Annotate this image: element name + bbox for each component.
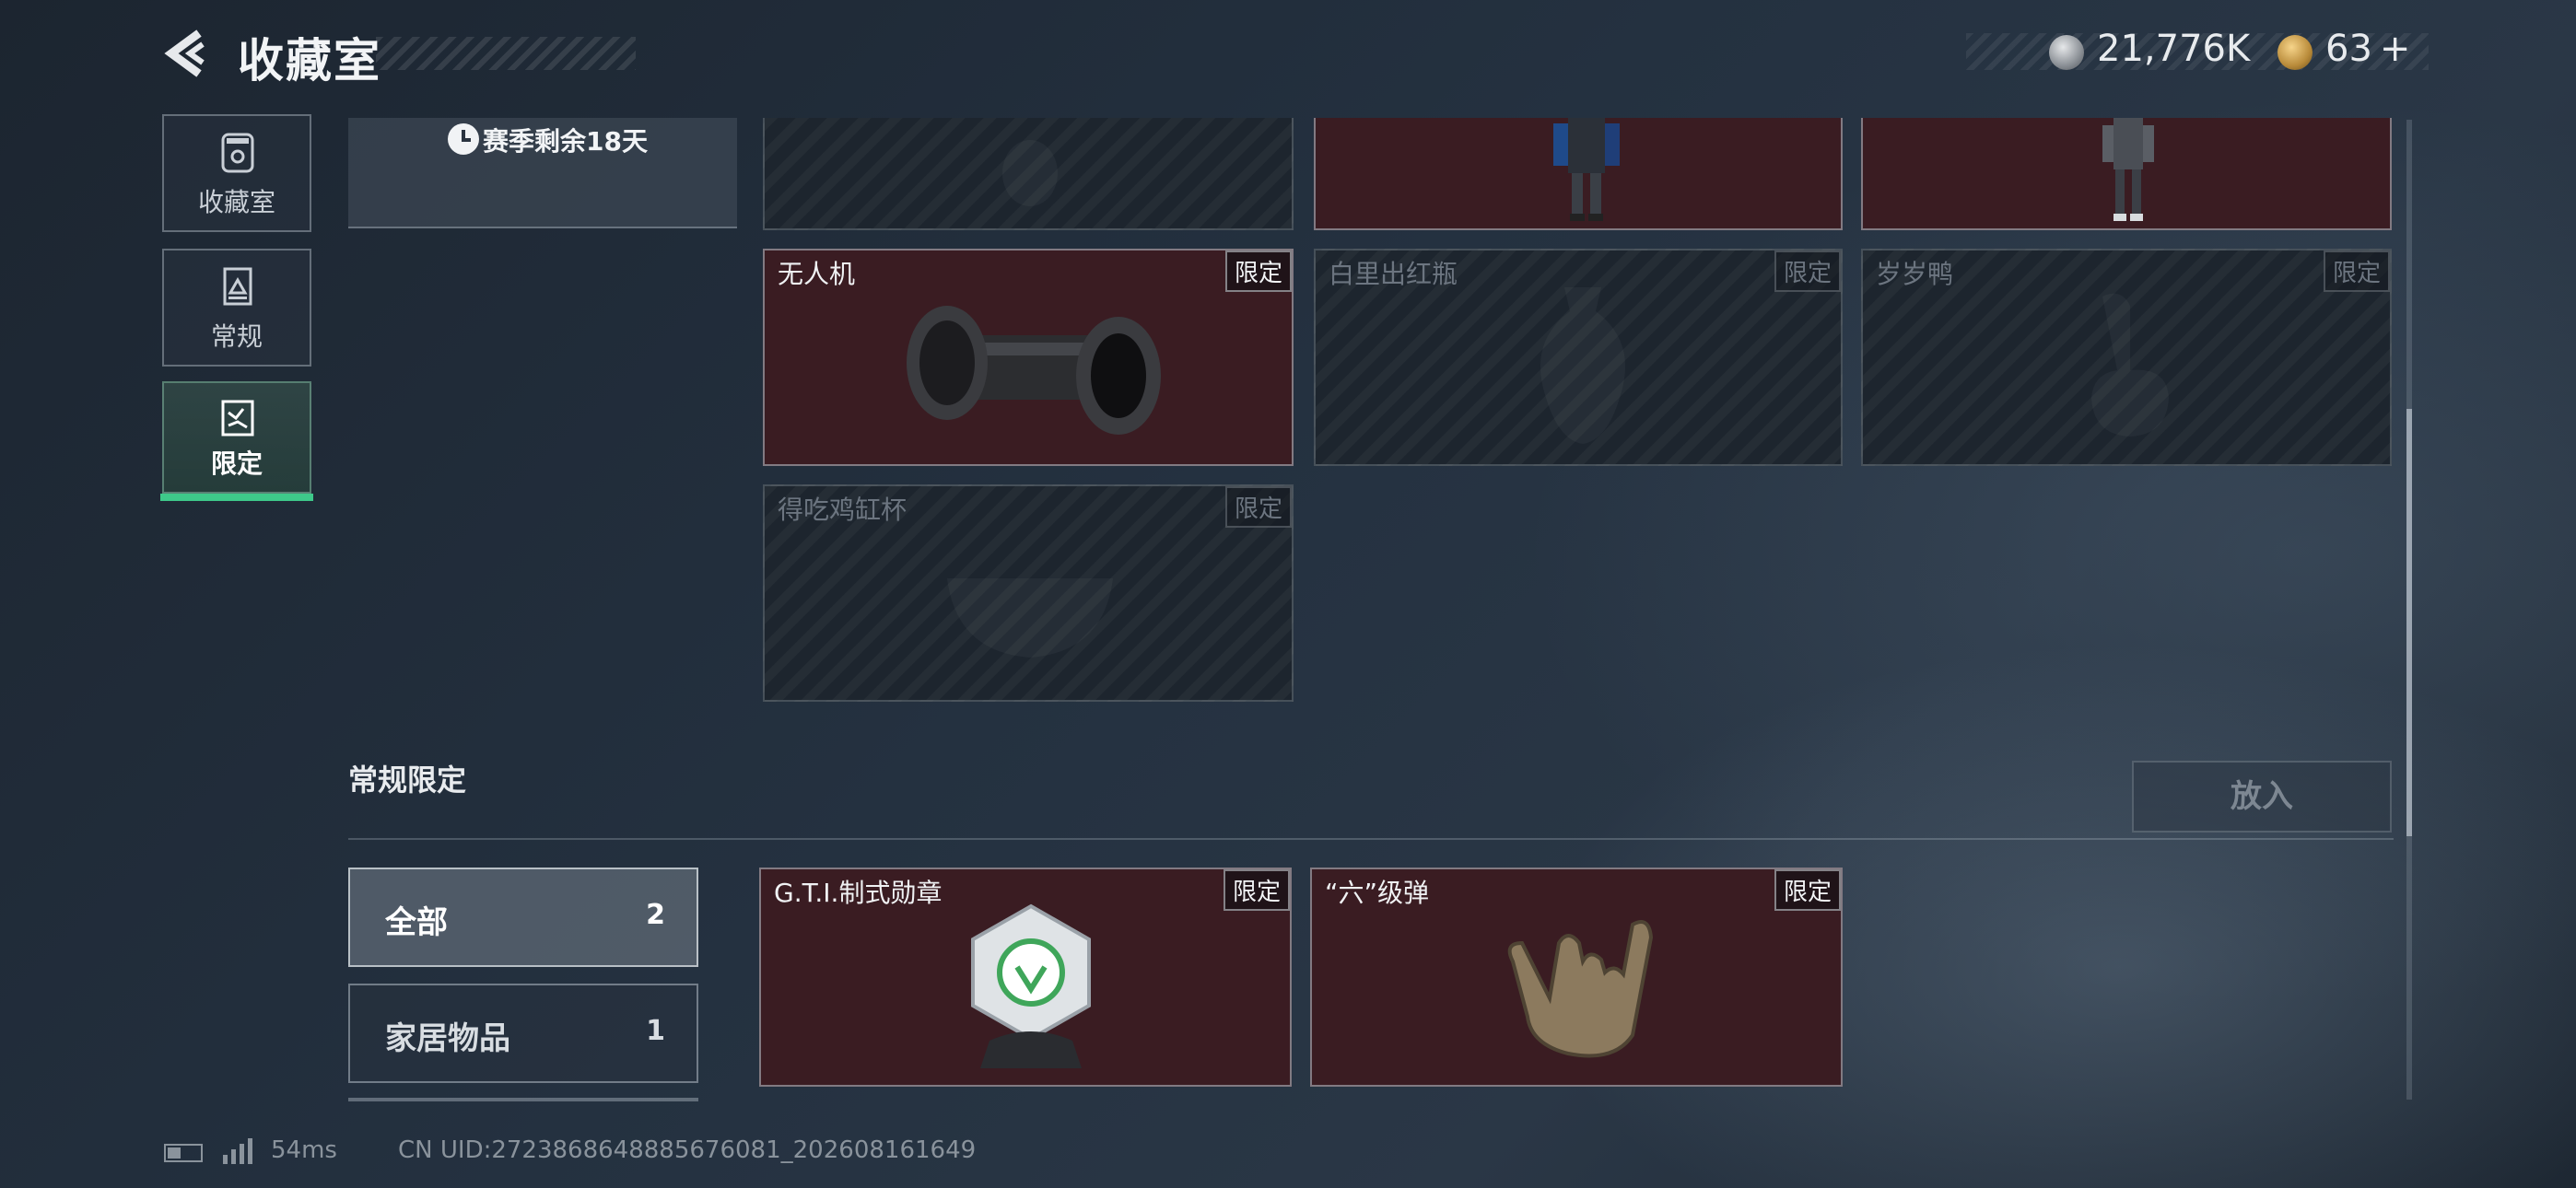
filter-label: 全部 [385,904,448,941]
drone-icon [907,306,1161,435]
card-name: 白里出红瓶 [1329,259,1458,289]
soldier-figure-icon [2102,118,2154,221]
collection-card-drone[interactable]: 无人机 限定 [763,249,1294,466]
collection-card[interactable] [763,118,1294,230]
limited-tag: 限定 [1224,250,1292,292]
card-name: 无人机 [778,259,856,289]
signal-icon [223,1138,252,1164]
currency-gold-value[interactable]: 63 + [2325,28,2410,70]
scrollbar-thumb[interactable] [2406,409,2412,836]
vase-silhouette-icon [1540,287,1626,444]
limited-icon [221,400,254,437]
section-title: 常规限定 [348,763,467,798]
filter-label: 家居物品 [385,1020,510,1057]
card-name: 得吃鸡缸杯 [778,495,907,525]
document-icon [223,267,252,306]
limited-tag: 限定 [1224,486,1292,528]
silver-coin-icon [2049,35,2084,70]
nav-item-limited[interactable]: 限定 [162,381,311,494]
battery-icon [164,1144,203,1162]
card-name: G.T.I.制式勋章 [774,878,943,908]
back-arrow-icon [164,29,205,77]
collection-card-duck[interactable]: 岁岁鸭 限定 [1861,249,2392,466]
card-name: “六”级弹 [1325,878,1430,908]
nav-item-label: 限定 [210,448,263,479]
season-remaining-text: 赛季剩余18天 [483,126,648,157]
collection-card-gti-medal[interactable]: G.T.I.制式勋章 限定 [759,868,1292,1087]
section-divider [348,838,2394,840]
hand-gesture-icon [1507,920,1654,1058]
nav-item-label: 常规 [210,321,263,352]
limited-tag: 限定 [1774,869,1841,911]
filter-home-items[interactable]: 家居物品 1 [348,984,698,1083]
collection-card-chicken-cup[interactable]: 得吃鸡缸杯 限定 [763,484,1294,702]
uid-text: CN UID:2723868648885676081_202608161649 [398,1136,977,1164]
currency-silver-value: 21,776K [2097,28,2251,70]
cup-silhouette-icon [947,578,1113,658]
put-in-button[interactable]: 放入 [2132,761,2392,833]
collection-card[interactable] [1314,118,1843,230]
collection-icon [221,133,254,173]
collection-card-six-bullet[interactable]: “六”级弹 限定 [1310,868,1843,1087]
item-silhouette-icon [1002,140,1058,206]
filter-list-edge [348,1098,698,1101]
collection-card-red-vase[interactable]: 白里出红瓶 限定 [1314,249,1843,466]
filter-count: 2 [646,899,665,931]
nav-item-collection[interactable]: 收藏室 [162,114,311,232]
soldier-figure-icon [1553,118,1620,221]
limited-tag: 限定 [1223,869,1290,911]
clock-icon [448,123,479,155]
page-title: 收藏室 [238,34,381,87]
filter-all[interactable]: 全部 2 [348,868,698,967]
nav-active-indicator [160,494,313,501]
medal-icon [971,903,1091,1068]
back-button[interactable] [162,28,210,79]
duck-silhouette-icon [2091,293,2169,437]
nav-item-label: 收藏室 [197,187,275,217]
nav-item-regular[interactable]: 常规 [162,249,311,367]
gold-coin-icon [2277,35,2313,70]
ping-text: 54ms [271,1136,337,1164]
collection-card[interactable] [1861,118,2392,230]
limited-tag: 限定 [1774,250,1841,292]
card-name: 岁岁鸭 [1876,259,1954,289]
add-currency-icon: + [2379,28,2411,70]
title-decoration [376,37,636,70]
limited-tag: 限定 [2323,250,2390,292]
filter-count: 1 [646,1015,665,1047]
